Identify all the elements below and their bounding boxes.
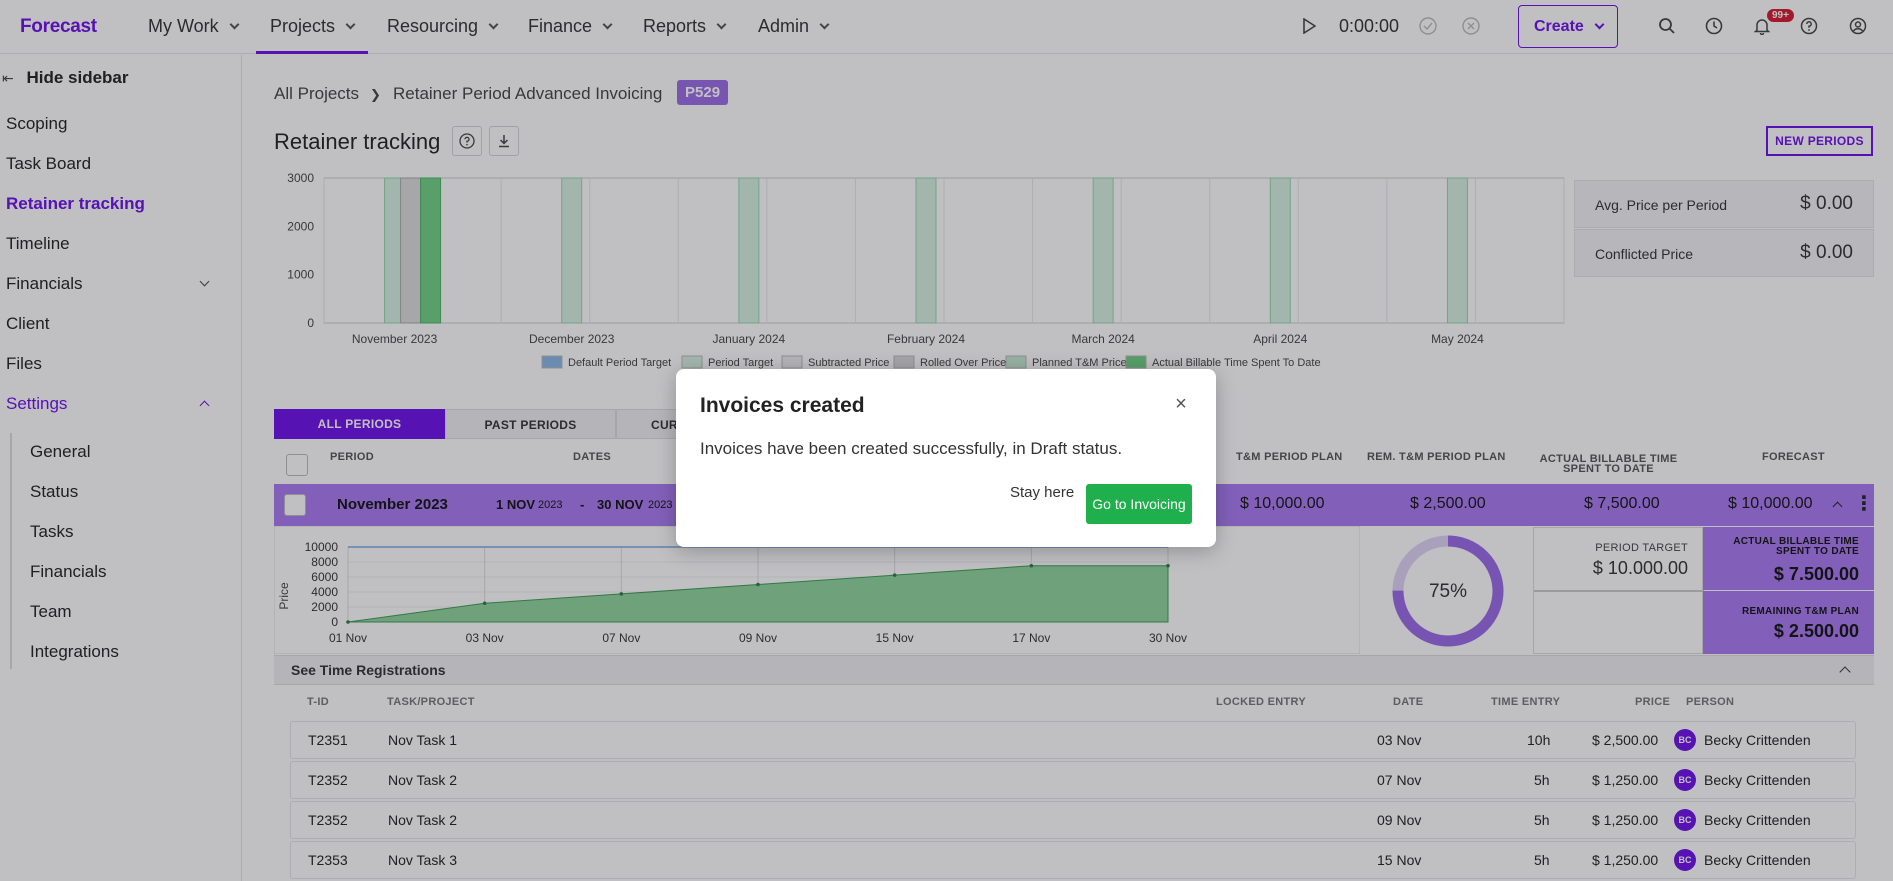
- go-to-invoicing-button[interactable]: Go to Invoicing: [1086, 484, 1192, 524]
- dialog-message: Invoices have been created successfully,…: [700, 439, 1123, 458]
- stay-here-button[interactable]: Stay here: [1010, 484, 1074, 501]
- invoices-created-dialog: Invoices created × Invoices have been cr…: [676, 369, 1216, 547]
- dialog-title: Invoices created: [700, 394, 865, 417]
- close-icon[interactable]: ×: [1170, 393, 1192, 415]
